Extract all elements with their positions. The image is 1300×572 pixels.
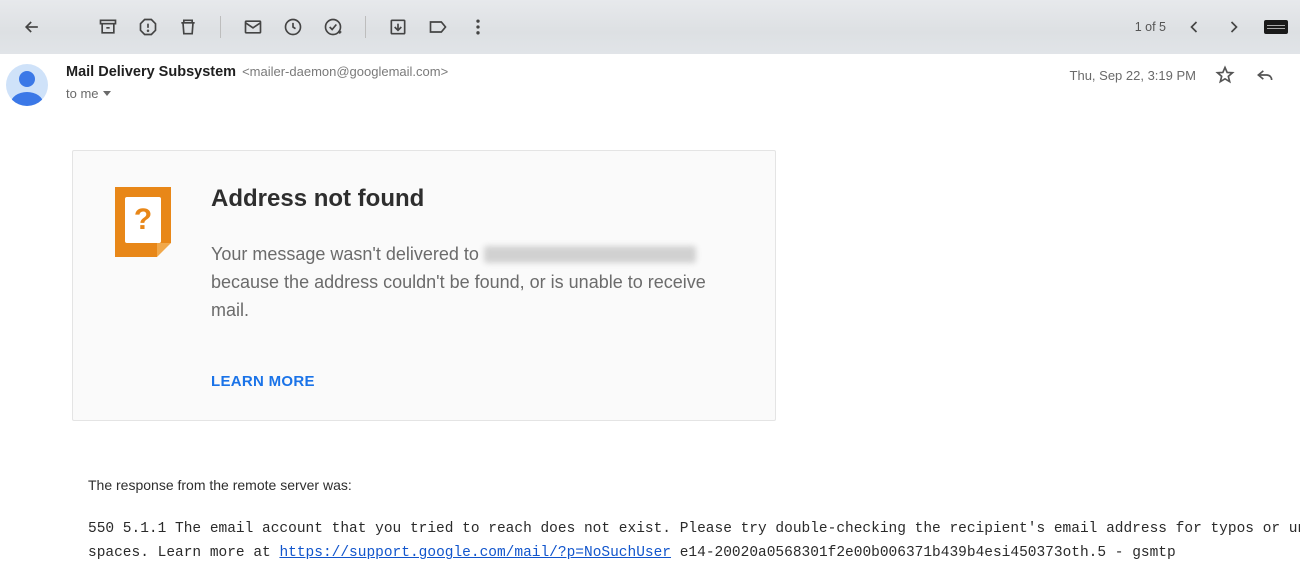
sender-block: Mail Delivery Subsystem <mailer-daemon@g… bbox=[66, 64, 448, 101]
spam-icon[interactable] bbox=[128, 7, 168, 47]
prev-icon[interactable] bbox=[1174, 7, 1214, 47]
star-icon[interactable] bbox=[1214, 64, 1236, 86]
header-actions: Thu, Sep 22, 3:19 PM bbox=[1070, 64, 1276, 86]
smtp-support-link[interactable]: https://support.google.com/mail/?p=NoSuc… bbox=[279, 545, 671, 561]
response-intro: The response from the remote server was: bbox=[88, 477, 1276, 493]
archive-icon[interactable] bbox=[88, 7, 128, 47]
delete-icon[interactable] bbox=[168, 7, 208, 47]
redacted-email bbox=[484, 246, 696, 263]
notice-text-pre: Your message wasn't delivered to bbox=[211, 244, 484, 264]
notice-title: Address not found bbox=[211, 185, 733, 213]
smtp-line2-post: e14-20020a0568301f2e00b006371b439b4esi45… bbox=[671, 545, 1176, 561]
reply-icon[interactable] bbox=[1254, 64, 1276, 86]
question-file-icon: ? bbox=[115, 187, 171, 257]
notice-text-post: because the address couldn't be found, o… bbox=[211, 272, 706, 320]
message-header: Mail Delivery Subsystem <mailer-daemon@g… bbox=[6, 64, 1276, 106]
recipient-dropdown[interactable]: to me bbox=[66, 86, 448, 101]
message-toolbar: 1 of 5 bbox=[0, 0, 1300, 54]
avatar[interactable] bbox=[6, 64, 48, 106]
message-counter: 1 of 5 bbox=[1135, 20, 1166, 34]
mark-unread-icon[interactable] bbox=[233, 7, 273, 47]
chevron-down-icon bbox=[103, 91, 111, 96]
sender-address: <mailer-daemon@googlemail.com> bbox=[242, 64, 448, 79]
smtp-response: 550 5.1.1 The email account that you tri… bbox=[88, 517, 1276, 566]
notice-text: Your message wasn't delivered to because… bbox=[211, 241, 733, 325]
more-icon[interactable] bbox=[458, 7, 498, 47]
to-line-label: to me bbox=[66, 86, 99, 101]
next-icon[interactable] bbox=[1214, 7, 1254, 47]
separator bbox=[365, 16, 366, 38]
snooze-icon[interactable] bbox=[273, 7, 313, 47]
timestamp: Thu, Sep 22, 3:19 PM bbox=[1070, 68, 1196, 83]
keyboard-icon[interactable] bbox=[1264, 20, 1288, 34]
learn-more-link[interactable]: LEARN MORE bbox=[211, 373, 733, 390]
message-body: ? Address not found Your message wasn't … bbox=[6, 106, 1276, 566]
bounce-notice: ? Address not found Your message wasn't … bbox=[72, 150, 776, 421]
separator bbox=[220, 16, 221, 38]
add-to-tasks-icon[interactable] bbox=[313, 7, 353, 47]
labels-icon[interactable] bbox=[418, 7, 458, 47]
back-icon[interactable] bbox=[12, 7, 52, 47]
move-to-icon[interactable] bbox=[378, 7, 418, 47]
sender-name: Mail Delivery Subsystem bbox=[66, 64, 236, 80]
message-container: Mail Delivery Subsystem <mailer-daemon@g… bbox=[0, 54, 1300, 566]
smtp-line1: 550 5.1.1 The email account that you tri… bbox=[88, 521, 1300, 537]
smtp-line2-pre: spaces. Learn more at bbox=[88, 545, 279, 561]
